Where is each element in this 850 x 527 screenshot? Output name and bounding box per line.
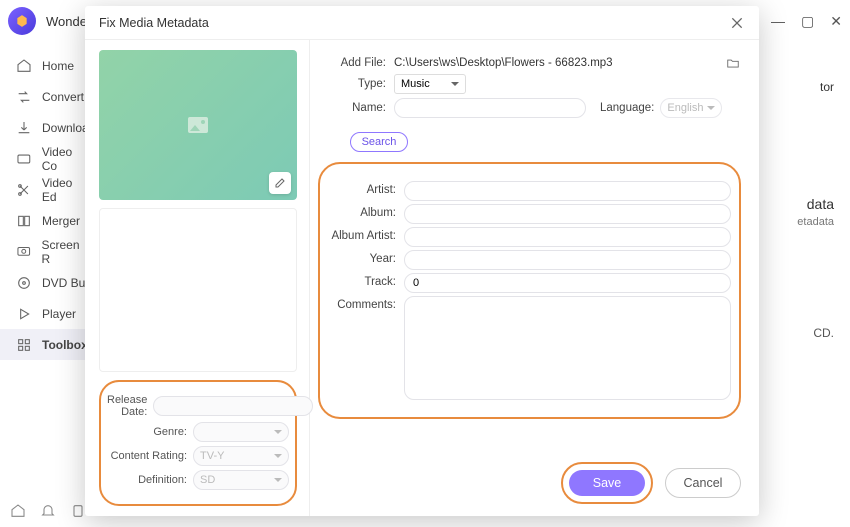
sidebar-item-merger[interactable]: Merger bbox=[0, 205, 90, 236]
album-artist-input[interactable] bbox=[404, 227, 731, 247]
year-input[interactable] bbox=[404, 250, 731, 270]
album-artwork bbox=[99, 50, 297, 200]
modal-actions: Save Cancel bbox=[561, 462, 741, 504]
album-artist-label: Album Artist: bbox=[320, 227, 404, 242]
modal-title: Fix Media Metadata bbox=[99, 16, 209, 30]
sidebar-item-home[interactable]: Home bbox=[0, 50, 90, 81]
album-label: Album: bbox=[320, 204, 404, 219]
sidebar-item-label: Video Ed bbox=[42, 176, 90, 204]
content-rating-select[interactable]: TV-Y bbox=[193, 446, 289, 466]
sidebar: Home Convert Downloa Video Co Video Ed M… bbox=[0, 42, 90, 527]
sidebar-item-label: Screen R bbox=[42, 238, 91, 266]
caret-icon bbox=[274, 454, 282, 458]
sidebar-item-toolbox[interactable]: Toolbox bbox=[0, 329, 90, 360]
sidebar-item-label: DVD Bur bbox=[42, 276, 89, 290]
cancel-button[interactable]: Cancel bbox=[665, 468, 741, 498]
bg-text-2: data bbox=[807, 196, 834, 212]
artist-input[interactable] bbox=[404, 181, 731, 201]
content-rating-label: Content Rating: bbox=[107, 450, 193, 462]
language-label: Language: bbox=[600, 102, 654, 114]
save-button[interactable]: Save bbox=[569, 470, 645, 496]
image-placeholder-icon bbox=[188, 117, 208, 133]
type-label: Type: bbox=[318, 78, 394, 90]
file-path: C:\Users\ws\Desktop\Flowers - 66823.mp3 bbox=[394, 57, 719, 69]
caret-icon bbox=[451, 82, 459, 86]
caret-icon bbox=[274, 430, 282, 434]
content-rating-value: TV-Y bbox=[200, 450, 224, 462]
edit-artwork-button[interactable] bbox=[269, 172, 291, 194]
save-highlight: Save bbox=[561, 462, 653, 504]
sidebar-item-converter[interactable]: Convert bbox=[0, 81, 90, 112]
metadata-preview-box bbox=[99, 208, 297, 372]
language-select[interactable]: English bbox=[660, 98, 722, 118]
release-date-label: Release Date: bbox=[107, 394, 153, 418]
footer-icons bbox=[10, 503, 86, 519]
sidebar-item-screen-recorder[interactable]: Screen R bbox=[0, 236, 90, 267]
definition-label: Definition: bbox=[107, 474, 193, 486]
close-icon[interactable]: ✕ bbox=[830, 13, 842, 30]
bell-icon[interactable] bbox=[40, 503, 56, 519]
year-label: Year: bbox=[320, 250, 404, 265]
window-controls: — ▢ ✕ bbox=[771, 13, 842, 30]
add-file-label: Add File: bbox=[318, 57, 394, 69]
language-value: English bbox=[667, 102, 703, 114]
minimize-icon[interactable]: — bbox=[771, 13, 785, 30]
browse-folder-icon[interactable] bbox=[725, 56, 741, 70]
sidebar-item-video-compressor[interactable]: Video Co bbox=[0, 143, 90, 174]
definition-select[interactable]: SD bbox=[193, 470, 289, 490]
modal-close-icon[interactable] bbox=[729, 15, 745, 31]
bg-text-3: etadata bbox=[797, 216, 834, 228]
sidebar-item-label: Player bbox=[42, 307, 76, 321]
search-button[interactable]: Search bbox=[350, 132, 408, 152]
sidebar-item-downloader[interactable]: Downloa bbox=[0, 112, 90, 143]
bg-text-4: CD. bbox=[813, 326, 834, 340]
sidebar-item-label: Convert bbox=[42, 90, 84, 104]
track-input[interactable] bbox=[404, 273, 731, 293]
comments-label: Comments: bbox=[320, 296, 404, 311]
caret-icon bbox=[274, 478, 282, 482]
album-input[interactable] bbox=[404, 204, 731, 224]
genre-label: Genre: bbox=[107, 426, 193, 438]
track-label: Track: bbox=[320, 273, 404, 288]
modal-header: Fix Media Metadata bbox=[85, 6, 759, 40]
caret-icon bbox=[707, 106, 715, 110]
clipboard-icon[interactable] bbox=[70, 503, 86, 519]
bg-text-1: tor bbox=[820, 80, 834, 94]
sidebar-item-video-editor[interactable]: Video Ed bbox=[0, 174, 90, 205]
sidebar-item-dvd-burner[interactable]: DVD Bur bbox=[0, 267, 90, 298]
genre-select[interactable] bbox=[193, 422, 289, 442]
release-date-input[interactable] bbox=[153, 396, 313, 416]
maximize-icon[interactable]: ▢ bbox=[801, 13, 814, 30]
name-input[interactable] bbox=[394, 98, 586, 118]
metadata-modal: Fix Media Metadata Release Date: Genre: bbox=[85, 6, 759, 516]
type-select[interactable]: Music bbox=[394, 74, 466, 94]
comments-input[interactable] bbox=[404, 296, 731, 400]
extra-fields-group: Release Date: Genre: Content Rating: TV-… bbox=[99, 380, 297, 506]
home-icon[interactable] bbox=[10, 503, 26, 519]
definition-value: SD bbox=[200, 474, 215, 486]
type-value: Music bbox=[401, 78, 430, 90]
details-group: Artist: Album: Album Artist: Year: Track… bbox=[318, 162, 741, 419]
artist-label: Artist: bbox=[320, 181, 404, 196]
sidebar-item-player[interactable]: Player bbox=[0, 298, 90, 329]
sidebar-item-label: Toolbox bbox=[42, 338, 88, 352]
sidebar-item-label: Merger bbox=[42, 214, 80, 228]
sidebar-item-label: Home bbox=[42, 59, 74, 73]
left-pane: Release Date: Genre: Content Rating: TV-… bbox=[85, 40, 310, 516]
sidebar-item-label: Downloa bbox=[42, 121, 89, 135]
app-logo bbox=[8, 7, 36, 35]
sidebar-item-label: Video Co bbox=[42, 145, 90, 173]
name-label: Name: bbox=[318, 102, 394, 114]
right-pane: Add File: C:\Users\ws\Desktop\Flowers - … bbox=[310, 40, 759, 516]
